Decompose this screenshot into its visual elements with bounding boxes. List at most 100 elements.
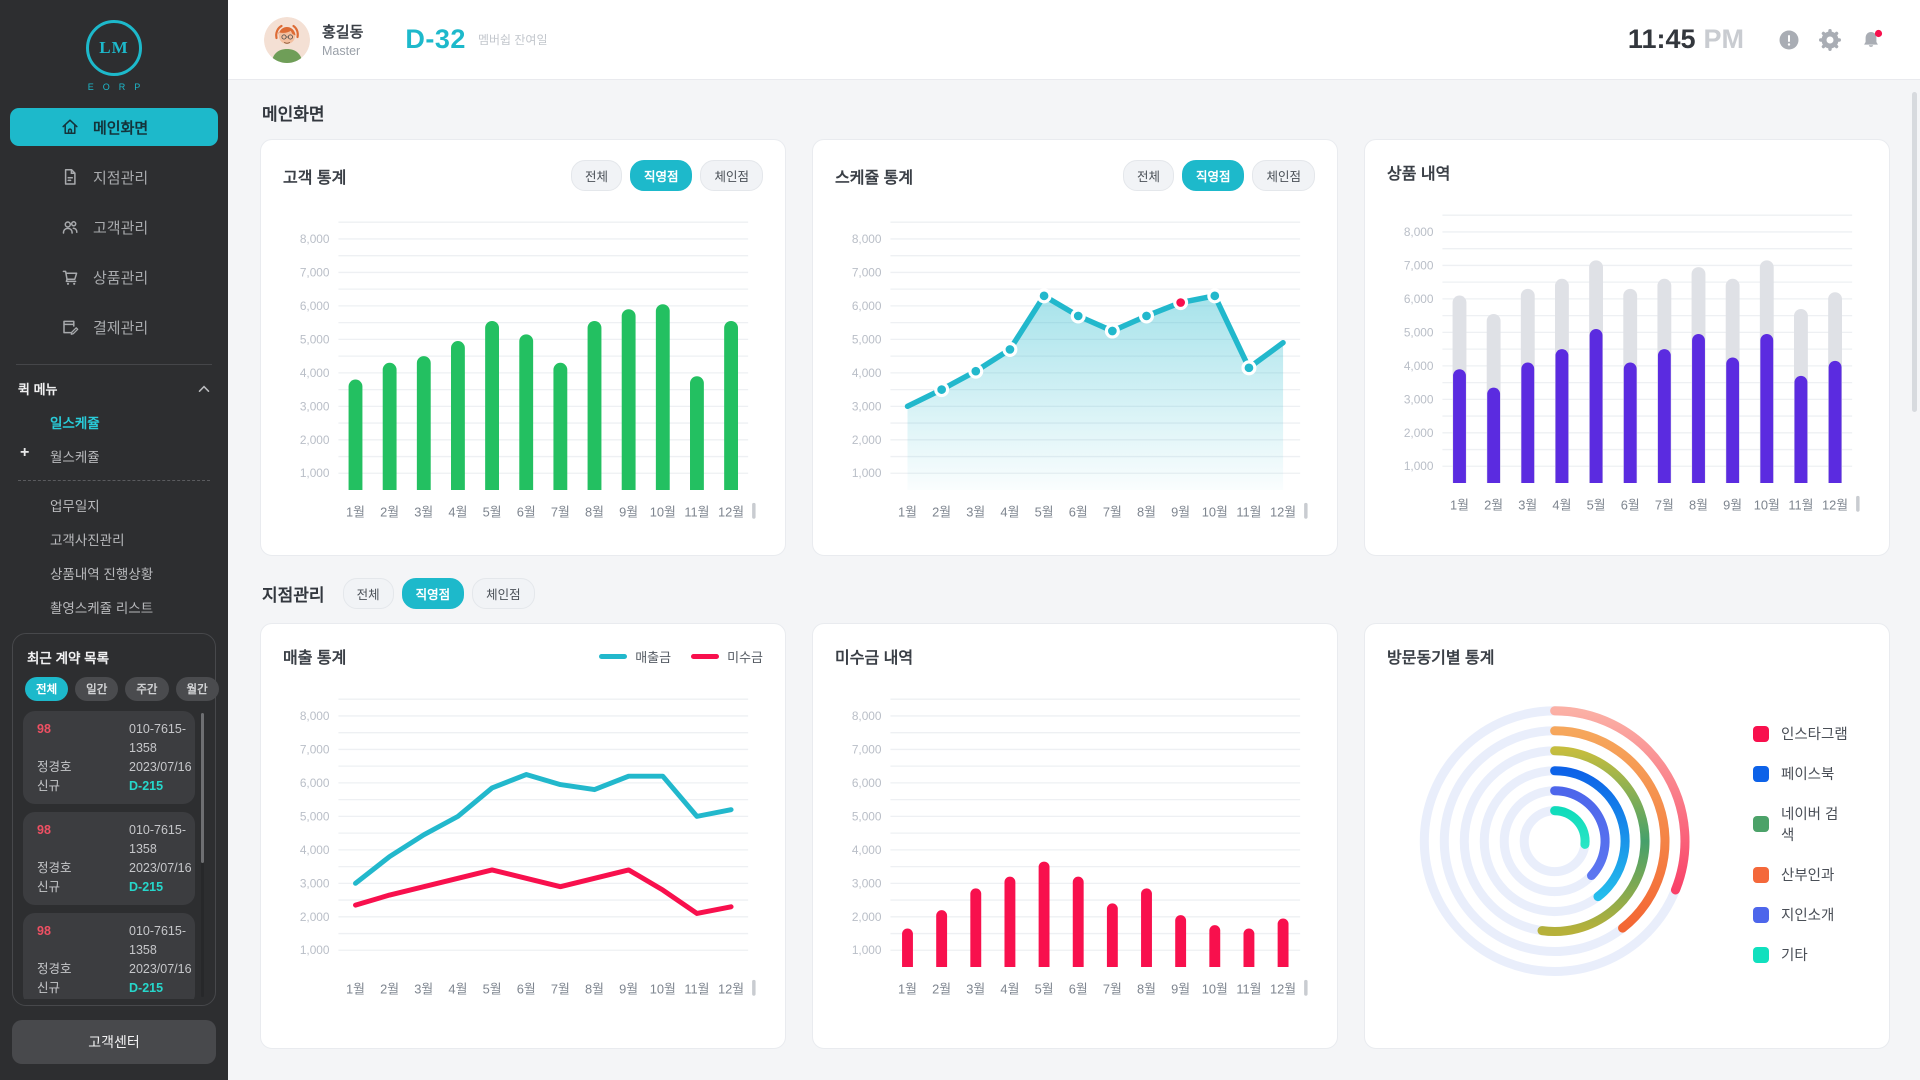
svg-text:3,000: 3,000 [300, 399, 330, 413]
quick-menu-divider [18, 480, 210, 481]
schedule-chip-0[interactable]: 전체 [1123, 160, 1174, 191]
header-right: 11:45 PM [1628, 24, 1882, 55]
svg-text:3,000: 3,000 [852, 876, 882, 890]
user-info[interactable]: 홍길동 Master [322, 21, 363, 58]
contract-item[interactable]: 98010-7615-1358정경호2023/07/16신규D-215 [23, 913, 195, 999]
legend-label: 미수금 [727, 647, 763, 666]
legend-item-4: 지인소개 [1753, 904, 1851, 925]
contract-name: 정경호 [37, 758, 129, 777]
svg-text:4월: 4월 [1000, 982, 1019, 997]
notification-badge [1875, 29, 1882, 36]
alert-icon[interactable] [1778, 29, 1800, 51]
svg-text:7월: 7월 [1655, 498, 1674, 513]
user-avatar[interactable] [264, 17, 310, 63]
contract-name: 정경호 [37, 859, 129, 878]
contract-phone: 010-7615-1358 [129, 821, 192, 859]
logo-subtitle: EORP [0, 82, 228, 92]
home-icon [60, 117, 80, 137]
svg-text:4,000: 4,000 [852, 366, 882, 380]
svg-text:5,000: 5,000 [300, 332, 330, 346]
customer-center-button[interactable]: 고객센터 [12, 1020, 216, 1064]
svg-text:7월: 7월 [551, 505, 570, 520]
svg-text:7,000: 7,000 [300, 742, 330, 756]
contract-item[interactable]: 98010-7615-1358정경호2023/07/16신규D-215 [23, 711, 195, 804]
sidebar-item-label: 메인화면 [93, 117, 148, 138]
schedule-chip-1[interactable]: 직영점 [1182, 160, 1245, 191]
card-title: 스케쥴 통계 [835, 164, 913, 188]
legend-item-5: 기타 [1753, 944, 1851, 965]
svg-text:9월: 9월 [1171, 505, 1190, 520]
contract-chip-2[interactable]: 주간 [125, 677, 168, 701]
svg-text:11월: 11월 [1236, 505, 1261, 520]
list-scrollbar-thumb[interactable] [201, 713, 204, 863]
row-2-cards: 매출 통계 매출금 미수금 1,0002,0003,0004,0005,0006,… [260, 623, 1890, 1049]
card-title: 상품 내역 [1387, 160, 1450, 184]
sidebar-item-payment[interactable]: 결제관리 [10, 308, 218, 346]
legend-item-1: 미수금 [691, 647, 763, 666]
notification-bell-icon[interactable] [1860, 29, 1882, 51]
svg-text:7월: 7월 [551, 982, 570, 997]
chevron-up-icon[interactable] [198, 385, 210, 393]
svg-text:5,000: 5,000 [300, 809, 330, 823]
sidebar-menu: 메인화면지점관리고객관리상품관리결제관리 [0, 108, 228, 358]
sidebar-item-branch[interactable]: 지점관리 [10, 158, 218, 196]
quick-link-4[interactable]: 상품내역 진행상황 [18, 563, 210, 583]
svg-text:2월: 2월 [380, 982, 399, 997]
contract-badge: 98 [37, 922, 129, 960]
sidebar-item-customer[interactable]: 고객관리 [10, 208, 218, 246]
receivables-chart: 1,0002,0003,0004,0005,0006,0007,0008,000… [835, 682, 1315, 1009]
quick-link-label: 고객사진관리 [50, 533, 125, 548]
legend-label: 페이스북 [1781, 763, 1834, 784]
sales-stats-chart: 1,0002,0003,0004,0005,0006,0007,0008,000… [283, 682, 763, 1009]
legend-item-0: 매출금 [599, 647, 671, 666]
quick-link-2[interactable]: 업무일지 [18, 495, 210, 515]
branch-chip-2[interactable]: 체인점 [472, 578, 535, 609]
svg-text:5월: 5월 [483, 982, 502, 997]
svg-text:6월: 6월 [1069, 505, 1088, 520]
svg-text:3월: 3월 [966, 505, 985, 520]
contract-chip-1[interactable]: 일간 [75, 677, 118, 701]
quick-link-1[interactable]: +월스케쥴 [18, 446, 210, 466]
contract-chip-3[interactable]: 월간 [176, 677, 219, 701]
quick-link-5[interactable]: 촬영스케쥴 리스트 [18, 597, 210, 617]
customer-chip-2[interactable]: 체인점 [700, 160, 763, 191]
quick-link-3[interactable]: 고객사진관리 [18, 529, 210, 549]
svg-text:8월: 8월 [585, 505, 604, 520]
svg-text:4,000: 4,000 [1404, 359, 1434, 373]
svg-text:12월: 12월 [1822, 498, 1848, 513]
legend-swatch [1753, 947, 1769, 963]
sidebar: LM EORP 메인화면지점관리고객관리상품관리결제관리 퀵 메뉴 일스케쥴+월… [0, 0, 228, 1080]
svg-text:7,000: 7,000 [852, 265, 882, 279]
svg-text:8,000: 8,000 [852, 232, 882, 246]
page-scrollbar[interactable] [1912, 92, 1917, 412]
sidebar-item-label: 결제관리 [93, 317, 148, 338]
card-title: 매출 통계 [283, 644, 346, 668]
sidebar-item-product[interactable]: 상품관리 [10, 258, 218, 296]
branch-chip-1[interactable]: 직영점 [402, 578, 465, 609]
schedule-chip-2[interactable]: 체인점 [1252, 160, 1315, 191]
legend-swatch [1753, 816, 1769, 832]
contract-chip-0[interactable]: 전체 [25, 677, 68, 701]
customer-chip-1[interactable]: 직영점 [630, 160, 693, 191]
user-name: 홍길동 [322, 21, 363, 42]
svg-text:3,000: 3,000 [300, 876, 330, 890]
svg-text:6,000: 6,000 [300, 299, 330, 313]
branch-chip-0[interactable]: 전체 [343, 578, 394, 609]
quick-menu-header[interactable]: 퀵 메뉴 [18, 379, 210, 398]
svg-text:1월: 1월 [346, 505, 365, 520]
quick-menu-title: 퀵 메뉴 [18, 379, 58, 398]
svg-text:8,000: 8,000 [300, 709, 330, 723]
contract-item[interactable]: 98010-7615-1358정경호2023/07/16신규D-215 [23, 812, 195, 905]
sidebar-item-main[interactable]: 메인화면 [10, 108, 218, 146]
clock-time: 11:45 [1628, 24, 1696, 55]
legend-swatch [1753, 867, 1769, 883]
contract-phone: 010-7615-1358 [129, 720, 192, 758]
settings-gear-icon[interactable] [1819, 29, 1841, 51]
svg-text:7월: 7월 [1103, 982, 1122, 997]
legend-label: 기타 [1781, 944, 1808, 965]
customer-chip-0[interactable]: 전체 [571, 160, 622, 191]
quick-link-0[interactable]: 일스케쥴 [18, 412, 210, 432]
contract-filter-chips: 전체일간주간월간 [25, 677, 205, 701]
contract-dday: D-215 [129, 979, 192, 998]
avatar-illustration [264, 17, 310, 63]
